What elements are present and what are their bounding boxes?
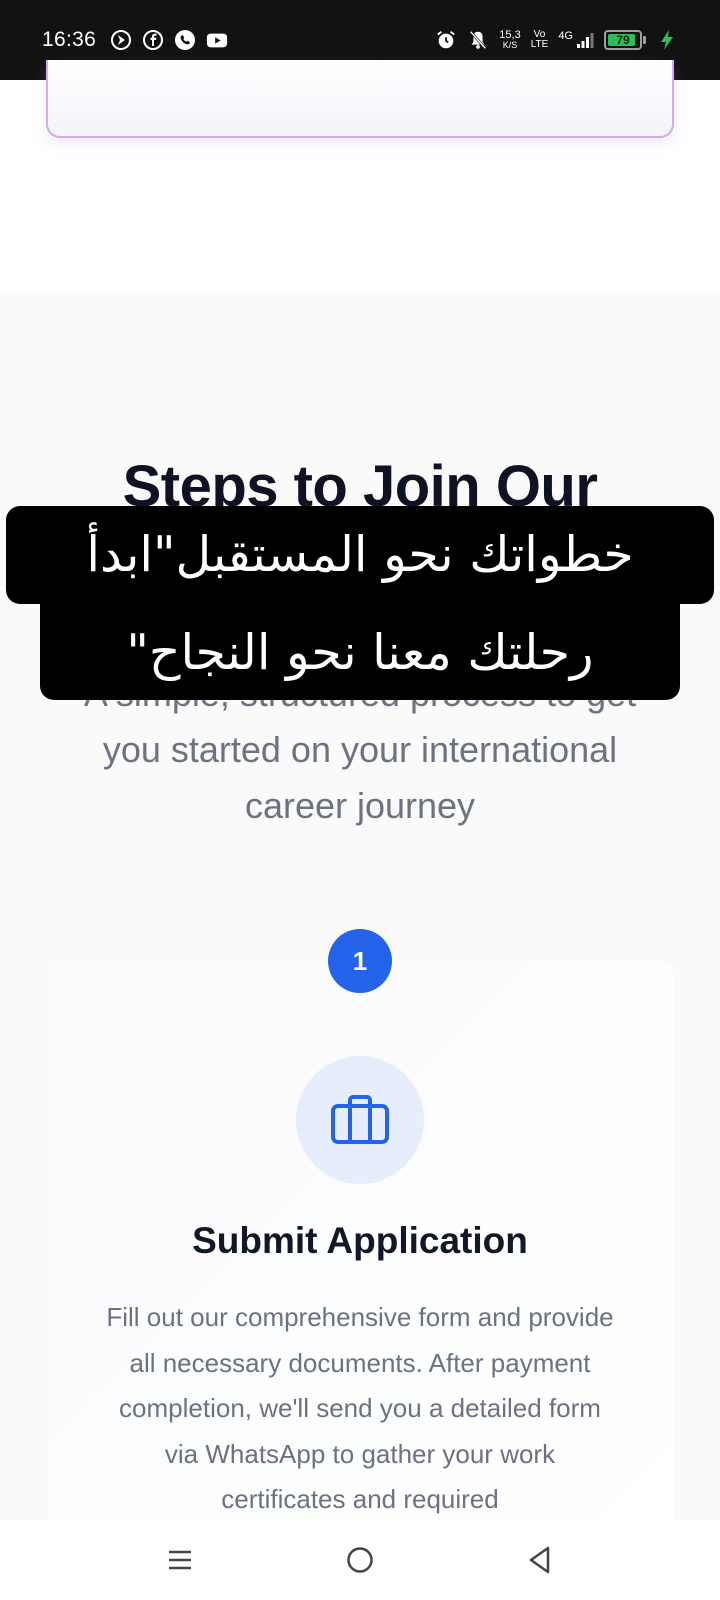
battery-icon: 79 (604, 30, 646, 50)
alarm-icon (435, 29, 457, 51)
menu-button[interactable] (150, 1530, 210, 1590)
caption-line-1: خطواتك نحو المستقبل"ابدأ (6, 506, 714, 604)
back-icon (529, 1546, 550, 1574)
caption-line-2: رحلتك معنا نحو النجاح" (40, 604, 680, 700)
briefcase-icon (331, 1095, 389, 1144)
viber-icon (174, 29, 196, 51)
signal-icon (577, 33, 594, 48)
battery-tip (643, 36, 646, 44)
battery-body: 79 (604, 30, 642, 50)
step-title: Submit Application (192, 1220, 528, 1261)
facebook-icon (142, 29, 164, 51)
home-button[interactable] (330, 1530, 390, 1590)
caption-text-2: رحلتك معنا نحو النجاح" (126, 624, 594, 681)
status-bar-right: 15,3 K/S Vo LTE 4G 79 (435, 29, 678, 51)
clock: 16:36 (42, 28, 97, 51)
charging-icon (656, 29, 678, 51)
back-button[interactable] (510, 1530, 570, 1590)
mute-icon (467, 29, 489, 51)
screen: 16:36 15,3 K/S Vo LTE 4G 79 Steps to Joi… (0, 0, 720, 1600)
step-icon-circle (296, 1056, 424, 1184)
signal-indicator: 4G (558, 31, 594, 49)
status-bar-left: 16:36 (42, 28, 228, 52)
navigation-icon (110, 29, 132, 51)
navigation-bar (0, 1520, 720, 1600)
previous-card (46, 60, 674, 138)
step-description: Fill out our comprehensive form and prov… (106, 1302, 614, 1514)
volte-indicator: Vo LTE (531, 30, 549, 50)
home-icon (347, 1547, 373, 1573)
battery-level: 79 (616, 33, 630, 47)
section-subtitle-text: you started on your international career… (102, 729, 618, 826)
youtube-icon (206, 29, 228, 51)
volte-bottom: LTE (530, 39, 549, 50)
network-type: 4G (558, 30, 573, 42)
caption-text-1: خطواتك نحو المستقبل"ابدأ (86, 526, 634, 583)
step-number-badge: 1 (328, 929, 392, 993)
network-speed: 15,3 K/S (499, 29, 521, 51)
network-speed-value: 15,3 (499, 29, 521, 41)
menu-icon (169, 1550, 191, 1570)
network-speed-unit: K/S (502, 40, 518, 50)
